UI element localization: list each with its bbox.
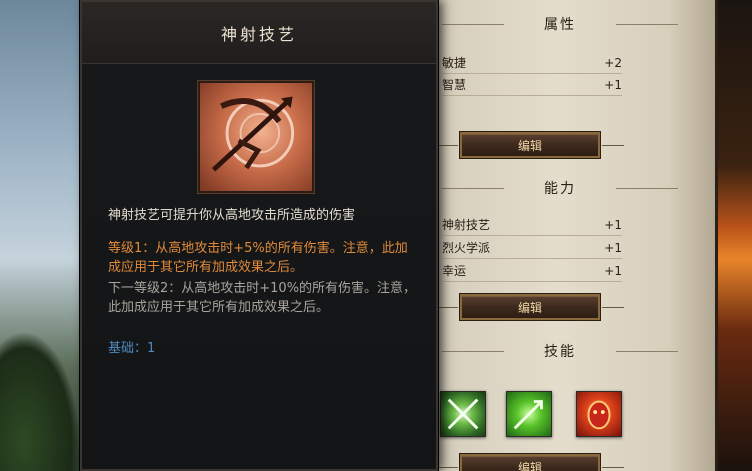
attribute-row: 敏捷 +2 (442, 52, 622, 74)
leaf-blade-skill-icon[interactable] (440, 391, 486, 437)
attributes-header: 属性 (442, 11, 678, 37)
skills-header: 技能 (442, 338, 678, 364)
ability-name: 烈火学派 (442, 241, 491, 255)
attribute-value: +1 (604, 77, 622, 92)
character-sheet-panel: 属性 敏捷 +2 智慧 +1 编辑 能力 神射技艺 +1 烈火学派 +1 幸运 … (400, 0, 718, 471)
archery-crossbow-icon (198, 81, 314, 193)
edit-attributes-button[interactable]: 编辑 (436, 132, 624, 158)
base-value-text: 基础：1 (108, 341, 156, 356)
ability-tooltip: 神射技艺 神射技艺可提升你从高地攻击所造成的伤害 等级1：从高地攻击时+5%的所… (80, 0, 438, 471)
attribute-value: +2 (604, 55, 622, 70)
attribute-name: 敏捷 (442, 56, 467, 70)
background-scenery-right (712, 0, 752, 471)
tooltip-title: 神射技艺 (220, 24, 297, 44)
background-scenery-left (0, 0, 80, 471)
ability-value: +1 (604, 263, 622, 278)
abilities-header: 能力 (442, 175, 678, 201)
next-tier-text: 下一等级2：从高地攻击时+10%的所有伤害。注意，此加成应用于其它所有加成效果之… (108, 281, 417, 315)
ability-value: +1 (604, 240, 622, 255)
current-tier-text: 等级1：从高地攻击时+5%的所有伤害。注意，此加成应用于其它所有加成效果之后。 (108, 241, 408, 275)
green-arrow-skill-icon[interactable] (506, 391, 552, 437)
ability-name: 幸运 (442, 264, 467, 278)
fire-mask-skill-icon[interactable] (576, 391, 622, 437)
edit-skills-button[interactable]: 编辑 (436, 454, 624, 471)
ability-row[interactable]: 烈火学派 +1 (442, 237, 622, 259)
edit-abilities-button[interactable]: 编辑 (436, 294, 624, 320)
ability-value: +1 (604, 217, 622, 232)
ability-row[interactable]: 神射技艺 +1 (442, 214, 622, 236)
ability-row[interactable]: 幸运 +1 (442, 260, 622, 282)
attribute-name: 智慧 (442, 78, 467, 92)
tooltip-body: 神射技艺可提升你从高地攻击所造成的伤害 等级1：从高地攻击时+5%的所有伤害。注… (108, 206, 418, 358)
tooltip-title-bar: 神射技艺 (82, 2, 436, 64)
attribute-row: 智慧 +1 (442, 74, 622, 96)
ability-name: 神射技艺 (442, 218, 491, 232)
tooltip-description: 神射技艺可提升你从高地攻击所造成的伤害 (108, 208, 356, 223)
